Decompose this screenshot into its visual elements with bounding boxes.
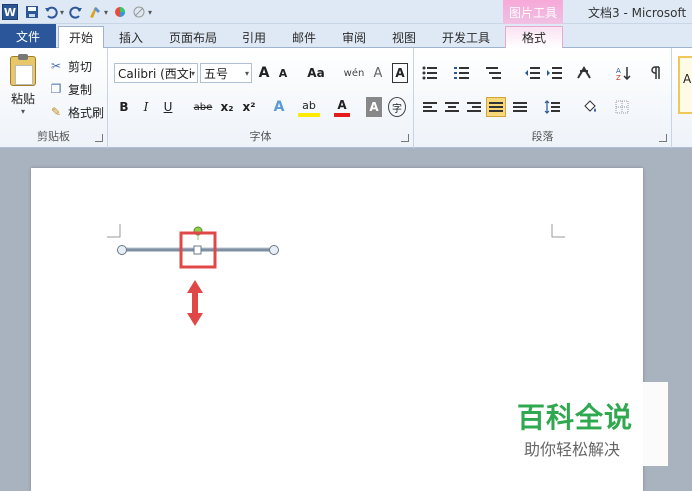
paste-label: 粘贴 xyxy=(10,92,35,106)
brush-icon[interactable] xyxy=(87,2,103,22)
shrink-font-button[interactable]: A xyxy=(276,63,290,83)
bold-button[interactable]: B xyxy=(116,97,132,117)
strikethrough-button[interactable]: abe xyxy=(192,97,214,117)
font-size-value: 五号 xyxy=(204,66,229,81)
tab-mailings[interactable]: 邮件 xyxy=(284,26,324,48)
tab-home[interactable]: 开始 xyxy=(58,26,104,48)
watermark-subtitle: 助你轻松解决 xyxy=(524,440,621,459)
align-left-icon[interactable] xyxy=(420,97,440,117)
brush-dropdown-icon[interactable]: ▾ xyxy=(104,8,108,17)
clipboard-group: 粘贴 ▾ ✂ 剪切 ❐ 复制 ✎ 格式刷 剪贴板 xyxy=(0,48,108,148)
color-wheel-icon[interactable] xyxy=(112,2,128,22)
paragraph-launcher-icon[interactable] xyxy=(659,134,667,142)
format-painter-button[interactable]: ✎ 格式刷 xyxy=(48,102,104,122)
enclose-characters-button[interactable]: 字 xyxy=(388,97,406,117)
cut-label: 剪切 xyxy=(68,59,93,74)
sort-icon[interactable]: AZ xyxy=(614,63,634,83)
undo-dropdown-icon[interactable]: ▾ xyxy=(60,8,64,17)
format-painter-label: 格式刷 xyxy=(68,105,105,120)
change-case-button[interactable]: Aa xyxy=(304,63,328,83)
ribbon-tabs: 文件 开始 插入 页面布局 引用 邮件 审阅 视图 开发工具 格式 xyxy=(0,24,692,48)
copy-label: 复制 xyxy=(68,82,93,97)
font-color-button[interactable]: A xyxy=(334,97,350,117)
show-formatting-marks-icon[interactable] xyxy=(646,63,666,83)
watermark-title: 百科全说 xyxy=(517,401,634,434)
paragraph-group: AZ 段落 xyxy=(414,48,672,148)
tab-insert[interactable]: 插入 xyxy=(110,26,152,48)
grow-font-button[interactable]: A xyxy=(256,63,272,83)
font-group-label: 字体 xyxy=(249,130,272,143)
numbering-icon[interactable] xyxy=(452,63,472,83)
character-shading-button[interactable]: A xyxy=(366,97,382,117)
word-app-icon[interactable]: W xyxy=(2,4,18,20)
bullets-icon[interactable] xyxy=(420,63,440,83)
font-name-combobox[interactable]: Calibri (西文i ▾ xyxy=(114,63,198,83)
font-name-dropdown-icon[interactable]: ▾ xyxy=(191,69,195,78)
selected-line-shape[interactable] xyxy=(113,226,281,272)
font-size-dropdown-icon[interactable]: ▾ xyxy=(245,69,249,78)
multilevel-list-icon[interactable] xyxy=(484,63,504,83)
redo-icon[interactable] xyxy=(68,2,84,22)
highlight-button[interactable]: ab xyxy=(298,97,320,117)
phonetic-guide-button[interactable]: wén xyxy=(344,63,365,83)
paste-dropdown-icon[interactable]: ▾ xyxy=(6,107,40,116)
text-effects-button[interactable]: A xyxy=(270,97,288,117)
no-formatting-icon[interactable] xyxy=(131,2,147,22)
tab-file[interactable]: 文件 xyxy=(0,24,56,48)
double-arrow-icon xyxy=(187,280,203,326)
increase-indent-icon[interactable] xyxy=(544,63,564,83)
decrease-indent-icon[interactable] xyxy=(522,63,542,83)
format-painter-icon: ✎ xyxy=(50,105,62,119)
superscript-button[interactable]: x² xyxy=(240,97,258,117)
left-end-handle[interactable] xyxy=(117,245,127,255)
svg-text:Z: Z xyxy=(616,74,621,80)
paste-icon xyxy=(10,54,36,86)
customize-qat-icon[interactable]: ▾ xyxy=(148,8,152,17)
copy-button[interactable]: ❐ 复制 xyxy=(48,79,92,99)
save-icon[interactable] xyxy=(24,2,40,22)
line-spacing-icon[interactable] xyxy=(542,97,562,117)
tab-review[interactable]: 审阅 xyxy=(334,26,374,48)
italic-button[interactable]: I xyxy=(138,97,154,117)
style-preview-label: A xyxy=(683,72,692,86)
crop-mark-top-right xyxy=(551,224,565,238)
title-bar: W ▾ ▾ ▾ 图片工具 文档3 - Microsoft xyxy=(0,0,692,24)
tab-references[interactable]: 引用 xyxy=(234,26,274,48)
font-name-value: Calibri (西文i xyxy=(118,66,193,81)
clipboard-group-label: 剪贴板 xyxy=(37,130,70,143)
font-group: Calibri (西文i ▾ 五号 ▾ A A Aa wén A A B I U… xyxy=(108,48,414,148)
ribbon: 粘贴 ▾ ✂ 剪切 ❐ 复制 ✎ 格式刷 剪贴板 Calibri (西文i ▾ … xyxy=(0,48,692,148)
quick-access-toolbar: W ▾ ▾ ▾ xyxy=(0,0,156,24)
underline-button[interactable]: U xyxy=(160,97,176,117)
adjust-handle[interactable] xyxy=(193,245,202,255)
clipboard-launcher-icon[interactable] xyxy=(95,134,103,142)
scissors-icon: ✂ xyxy=(50,59,62,73)
right-end-handle[interactable] xyxy=(269,245,279,255)
font-size-combobox[interactable]: 五号 ▾ xyxy=(200,63,252,83)
align-right-icon[interactable] xyxy=(464,97,484,117)
copy-icon: ❐ xyxy=(50,82,62,96)
distributed-icon[interactable] xyxy=(510,97,530,117)
shading-icon[interactable] xyxy=(580,97,600,117)
undo-icon[interactable] xyxy=(43,2,59,22)
paste-button[interactable]: 粘贴 ▾ xyxy=(6,54,40,116)
align-center-icon[interactable] xyxy=(442,97,462,117)
font-launcher-icon[interactable] xyxy=(401,134,409,142)
character-border-button[interactable]: A xyxy=(392,63,408,83)
subscript-button[interactable]: x₂ xyxy=(218,97,236,117)
picture-tools-header: 图片工具 xyxy=(503,0,563,24)
justify-icon[interactable] xyxy=(486,97,506,117)
cut-button[interactable]: ✂ 剪切 xyxy=(48,56,92,76)
chinese-layout-icon[interactable] xyxy=(574,63,594,83)
tab-format[interactable]: 格式 xyxy=(505,26,563,48)
watermark: 百科全说 助你轻松解决 xyxy=(500,382,668,466)
window-title: 文档3 - Microsoft xyxy=(588,6,687,20)
style-preview-normal[interactable]: A xyxy=(678,56,692,114)
clear-formatting-button[interactable]: A xyxy=(368,63,388,83)
tab-view[interactable]: 视图 xyxy=(384,26,424,48)
paragraph-group-label: 段落 xyxy=(531,130,554,143)
borders-icon[interactable] xyxy=(612,97,632,117)
tab-developer[interactable]: 开发工具 xyxy=(434,26,498,48)
tab-page-layout[interactable]: 页面布局 xyxy=(162,26,224,48)
